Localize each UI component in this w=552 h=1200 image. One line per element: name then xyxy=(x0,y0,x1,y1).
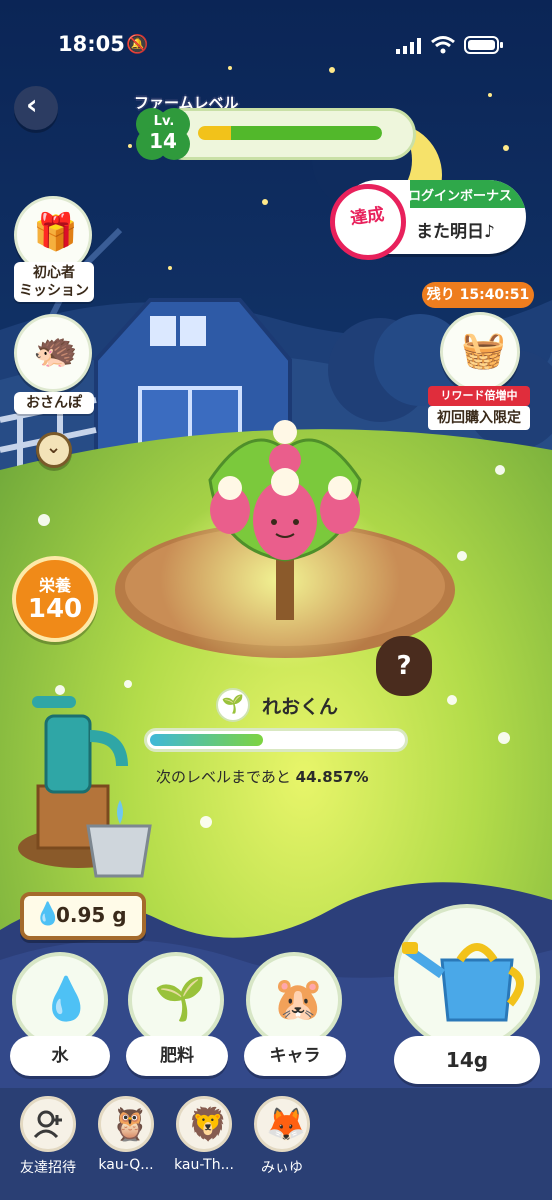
status-bar: 18:05 🔕 xyxy=(0,0,552,90)
mystery-character-icon[interactable]: ? xyxy=(376,636,432,696)
silent-mode-icon: 🔕 xyxy=(126,34,149,55)
game-screen: ? 18:05 🔕 ‹ ファームレベル Lv. 14 ログインボーナス また明日… xyxy=(0,0,552,1200)
plant-name: れおくん xyxy=(262,696,339,718)
plant-illustration[interactable] xyxy=(190,410,380,640)
farm-level-number: 14 xyxy=(149,129,177,153)
sprout-icon: 🌱 xyxy=(216,688,250,722)
login-bonus-subtitle: また明日♪ xyxy=(416,222,495,242)
fertilizer-button-label[interactable]: 肥料 xyxy=(126,1036,228,1076)
watering-can-icon xyxy=(402,942,524,1022)
sale-timer: 残り 15:40:51 xyxy=(422,282,534,308)
next-level-percent: 44.857% xyxy=(295,768,369,786)
chevron-down-icon: ⌄ xyxy=(46,437,62,458)
water-button[interactable]: 💧 xyxy=(12,952,108,1048)
back-button[interactable]: ‹ xyxy=(14,86,58,130)
friend-name: kau-Th... xyxy=(174,1157,234,1173)
login-bonus-title: ログインボーナス xyxy=(408,189,513,204)
fertilizer-button[interactable]: 🌱 xyxy=(128,952,224,1048)
owl-avatar-icon: 🦉 xyxy=(110,1105,150,1143)
farm-level-progress-fill xyxy=(198,126,382,140)
friend-avatar-owl[interactable]: 🦉 xyxy=(98,1096,154,1152)
watering-can-amount[interactable]: 14g xyxy=(394,1036,540,1084)
fertilizer-bag-icon: 🌱 xyxy=(154,974,207,1023)
beginner-mission-label: 初心者 ミッション xyxy=(14,262,94,302)
water-button-label[interactable]: 水 xyxy=(10,1036,110,1076)
friend-name: 友達招待 xyxy=(20,1160,76,1176)
status-time: 18:05 xyxy=(58,32,125,56)
plant-growth-progress-fill xyxy=(150,734,264,746)
character-button[interactable]: 🐹 xyxy=(246,952,342,1048)
friend-avatar-fox[interactable]: 🦊 xyxy=(254,1096,310,1152)
farm-level-progress xyxy=(198,126,382,140)
signal-icon xyxy=(396,38,421,54)
chevron-left-icon: ‹ xyxy=(26,88,38,121)
battery-icon xyxy=(464,36,503,54)
fox-avatar-icon: 🦊 xyxy=(266,1105,306,1143)
shop-basket-icon: 🧺 xyxy=(461,330,506,371)
nutrition-value: 140 xyxy=(27,594,83,624)
water-amount-value: 0.95 g xyxy=(56,903,127,927)
watering-can-button[interactable] xyxy=(394,904,540,1050)
next-level-text: 次のレベルまであと 44.857% xyxy=(156,768,369,786)
invite-friend-button[interactable] xyxy=(20,1096,76,1152)
first-purchase-shop-button[interactable]: 🧺 xyxy=(440,312,520,392)
reward-double-badge: リワード倍増中 xyxy=(428,386,530,406)
hamster-icon: 🐹 xyxy=(272,974,325,1023)
friend-name: kau-Q... xyxy=(98,1157,154,1173)
water-pump-illustration[interactable] xyxy=(10,676,160,886)
gift-icon: 🎁 xyxy=(33,212,78,253)
explorer-hedgehog-icon: 🦔 xyxy=(33,330,78,371)
first-purchase-label: 初回購入限定 xyxy=(428,406,530,430)
friend-name: みぃゆ xyxy=(261,1160,303,1176)
friend-avatar-lion[interactable]: 🦁 xyxy=(176,1096,232,1152)
water-drop-icon: 💧 xyxy=(40,974,93,1023)
nutrition-label: 栄養 xyxy=(38,576,71,595)
walk-label: おさんぽ xyxy=(14,392,94,414)
expand-menu-button[interactable]: ⌄ xyxy=(36,432,72,468)
level-prefix: Lv. xyxy=(153,114,175,129)
lion-avatar-icon: 🦁 xyxy=(188,1105,228,1143)
wifi-icon xyxy=(431,36,455,54)
add-friend-icon xyxy=(33,1110,62,1139)
character-button-label[interactable]: キャラ xyxy=(244,1036,346,1076)
walk-button[interactable]: 🦔 xyxy=(14,314,92,392)
